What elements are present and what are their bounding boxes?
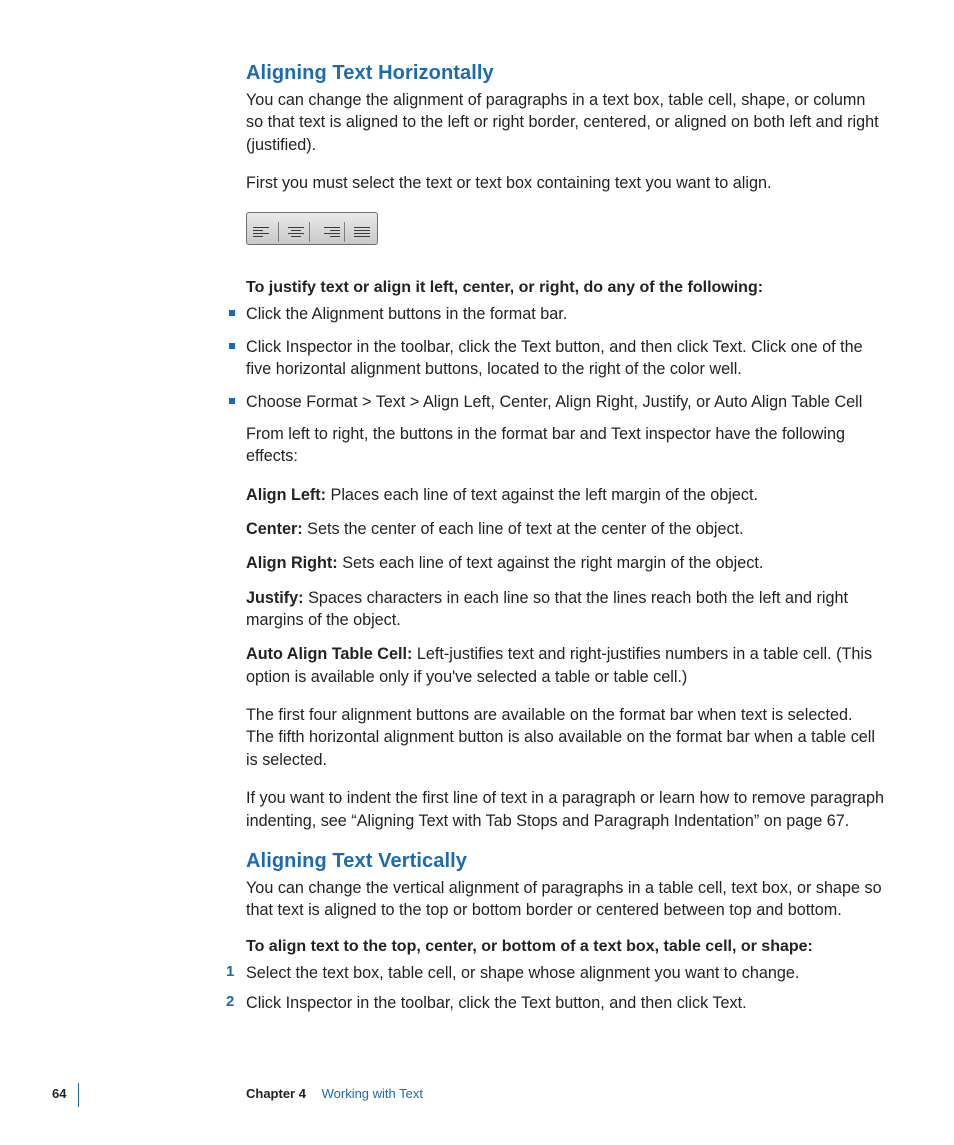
heading-align-horizontal: Aligning Text Horizontally [246,62,884,85]
align-justify-icon[interactable] [349,222,375,242]
instruction-lead: To justify text or align it left, center… [246,279,884,297]
paragraph: The first four alignment buttons are ava… [246,704,884,771]
definition: Align Right: Sets each line of text agai… [246,552,884,574]
paragraph: You can change the vertical alignment of… [246,877,884,922]
page: Aligning Text Horizontally You can chang… [0,0,954,1145]
list-item: Select the text box, table cell, or shap… [246,962,884,984]
chapter-label: Chapter 4 [246,1086,306,1101]
heading-align-vertical: Aligning Text Vertically [246,850,884,873]
definition: Justify: Spaces characters in each line … [246,587,884,632]
definition: Align Left: Places each line of text aga… [246,484,884,506]
list-item: Click Inspector in the toolbar, click th… [246,336,884,381]
footer-divider [78,1083,79,1107]
numbered-steps: Select the text box, table cell, or shap… [246,962,884,1015]
definition: Center: Sets the center of each line of … [246,518,884,540]
paragraph: First you must select the text or text b… [246,172,884,194]
chapter-line: Chapter 4 Working with Text [246,1086,423,1101]
align-right-icon[interactable] [315,222,345,242]
instruction-lead: To align text to the top, center, or bot… [246,938,884,956]
chapter-title: Working with Text [322,1086,423,1101]
main-content: Aligning Text Horizontally You can chang… [246,62,884,1022]
page-number: 64 [52,1086,66,1101]
paragraph: If you want to indent the first line of … [246,787,884,832]
align-left-icon[interactable] [249,222,279,242]
list-item: Choose Format > Text > Align Left, Cente… [246,391,884,413]
alignment-toolbar [246,212,378,245]
list-item: Click the Alignment buttons in the forma… [246,303,884,325]
paragraph: From left to right, the buttons in the f… [246,423,884,468]
definition: Auto Align Table Cell: Left-justifies te… [246,643,884,688]
align-center-icon[interactable] [283,222,310,242]
paragraph: You can change the alignment of paragrap… [246,89,884,156]
list-item: Click Inspector in the toolbar, click th… [246,992,884,1014]
bullet-list: Click the Alignment buttons in the forma… [246,303,884,412]
